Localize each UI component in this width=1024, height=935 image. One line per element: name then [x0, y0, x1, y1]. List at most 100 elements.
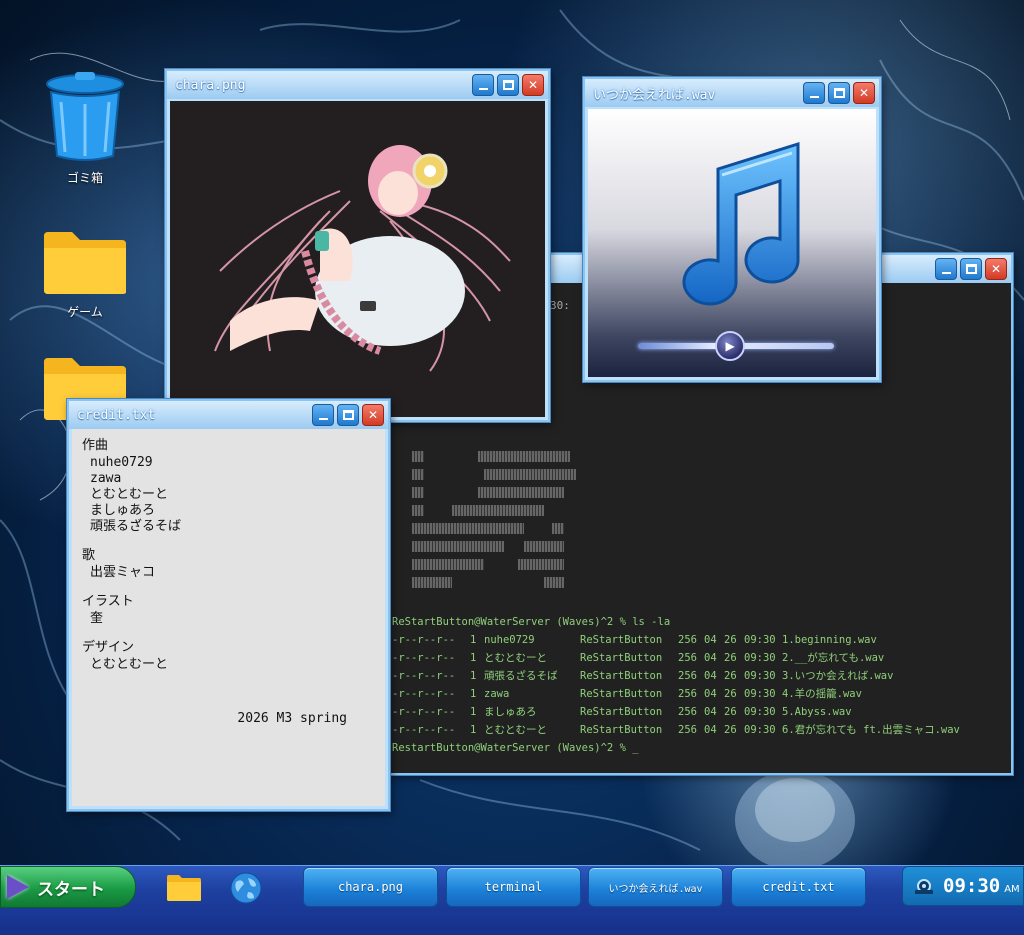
minimize-icon — [809, 96, 819, 98]
close-button[interactable]: ✕ — [362, 404, 384, 426]
taskbar-item-credit[interactable]: credit.txt — [731, 867, 866, 907]
titlebar[interactable]: いつか会えれば.wav ✕ — [585, 79, 879, 107]
file-links: 1 — [470, 634, 477, 646]
credit-name: nuhe0729 — [90, 455, 153, 470]
start-arrow-icon — [7, 875, 29, 899]
play-icon: ▶ — [725, 339, 735, 353]
maximize-button[interactable] — [497, 74, 519, 96]
play-button[interactable]: ▶ — [715, 331, 746, 361]
titlebar[interactable]: chara.png ✕ — [167, 71, 548, 99]
file-name: 2.__が忘れても.wav — [782, 652, 885, 664]
globe-icon — [230, 872, 262, 904]
taskbar-item-wav[interactable]: いつか会えれば.wav — [588, 867, 723, 907]
file-perm: -r--r--r-- — [392, 670, 456, 682]
player-body: ▶ — [588, 109, 876, 377]
credit-name: とむとむーと — [90, 657, 169, 672]
terminal-prompt: ReStartButton@WaterServer (Waves)^2 % ls… — [392, 616, 671, 628]
trash-icon — [46, 72, 124, 161]
quicklaunch-browser[interactable] — [228, 872, 264, 904]
file-links: 1 — [470, 724, 477, 736]
terminal-file-row: -r--r--r-- 1 ましゅあろ ReStartButton 256 04 26 09:3… — [392, 703, 1007, 721]
file-size: 256 — [678, 670, 697, 682]
audio-player-window[interactable]: いつか会えれば.wav ✕ ▶ — [583, 77, 881, 382]
taskbar: スタート chara.png terminal いつか会えれば.wav cred… — [0, 865, 1024, 935]
file-month: 04 — [704, 688, 717, 700]
credit-name: 頑張るざるそば — [90, 519, 182, 534]
file-size: 256 — [678, 724, 697, 736]
file-day: 26 — [724, 724, 737, 736]
maximize-button[interactable] — [960, 258, 982, 280]
close-icon: ✕ — [858, 86, 870, 100]
desktop-icon-trash[interactable]: ゴミ箱 — [40, 72, 130, 186]
file-group: ReStartButton — [580, 706, 663, 718]
credit-name: 出雲ミャコ — [90, 565, 156, 580]
maximize-icon — [833, 88, 845, 98]
network-gear-icon[interactable] — [913, 876, 935, 896]
image-canvas — [170, 101, 545, 417]
file-name: 5.Abyss.wav — [782, 706, 852, 718]
minimize-button[interactable] — [935, 258, 957, 280]
file-time: 09:30 — [744, 634, 776, 646]
file-perm: -r--r--r-- — [392, 634, 456, 646]
desktop-icon-game-folder[interactable]: ゲーム — [40, 230, 130, 320]
clock[interactable]: 09:30 — [943, 875, 1000, 897]
close-icon: ✕ — [527, 78, 539, 92]
terminal-prompt-current[interactable]: RestartButton@WaterServer (Waves)^2 % _ — [392, 739, 1007, 757]
terminal-file-row: -r--r--r-- 1 zawa ReStartButton 256 04 26 09:30… — [392, 685, 1007, 703]
maximize-icon — [965, 264, 977, 274]
taskbar-item-chara[interactable]: chara.png — [303, 867, 438, 907]
credit-name: ましゅあろ — [90, 503, 156, 518]
window-title: credit.txt — [77, 407, 156, 423]
quicklaunch-folder[interactable] — [166, 874, 202, 902]
credit-heading: イラスト — [82, 594, 134, 609]
desktop-icon-label: ゴミ箱 — [66, 171, 103, 185]
file-links: 1 — [470, 706, 477, 718]
titlebar[interactable]: credit.txt ✕ — [69, 401, 388, 429]
file-owner: 頑張るざるそば — [484, 670, 558, 682]
file-day: 26 — [724, 706, 737, 718]
file-size: 256 — [678, 652, 697, 664]
file-time: 09:30 — [744, 670, 776, 682]
file-month: 04 — [704, 670, 717, 682]
minimize-button[interactable] — [803, 82, 825, 104]
file-size: 256 — [678, 706, 697, 718]
close-button[interactable]: ✕ — [985, 258, 1007, 280]
file-group: ReStartButton — [580, 724, 663, 736]
terminal-file-row: -r--r--r-- 1 頑張るざるそば ReStartButton 256 04 26 09… — [392, 667, 1007, 685]
system-tray: 09:30 AM — [902, 866, 1024, 906]
file-owner: nuhe0729 — [484, 634, 535, 646]
character-illustration — [214, 145, 511, 372]
start-button[interactable]: スタート — [0, 866, 136, 908]
file-perm: -r--r--r-- — [392, 688, 456, 700]
file-month: 04 — [704, 652, 717, 664]
terminal-file-row: -r--r--r-- 1 とむとむーと ReStartButton 256 04 26 09:… — [392, 721, 1007, 739]
close-button[interactable]: ✕ — [853, 82, 875, 104]
credit-footer: 2026 M3 spring — [237, 711, 347, 726]
file-day: 26 — [724, 634, 737, 646]
taskbar-item-terminal[interactable]: terminal — [446, 867, 581, 907]
credit-text: 作曲 nuhe0729 zawa とむとむーと ましゅあろ 頑張るざるそば歌出雲ミャコ イラ… — [72, 429, 385, 806]
text-viewer-window[interactable]: credit.txt ✕ 作曲 nuhe0729 zawa とむとむーと ましゅあろ 頑張… — [67, 399, 390, 811]
file-time: 09:30 — [744, 652, 776, 664]
file-name: 4.羊の揺籠.wav — [782, 688, 862, 700]
folder-icon — [167, 875, 201, 901]
file-owner: ましゅあろ — [484, 706, 537, 718]
maximize-button[interactable] — [337, 404, 359, 426]
file-owner: zawa — [484, 688, 510, 700]
window-title: chara.png — [175, 77, 246, 93]
maximize-icon — [342, 410, 354, 420]
minimize-button[interactable] — [472, 74, 494, 96]
minimize-icon — [478, 88, 488, 90]
file-owner: とむとむーと — [484, 652, 547, 664]
file-group: ReStartButton — [580, 688, 663, 700]
file-day: 26 — [724, 670, 737, 682]
minimize-button[interactable] — [312, 404, 334, 426]
maximize-button[interactable] — [828, 82, 850, 104]
close-button[interactable]: ✕ — [522, 74, 544, 96]
file-group: ReStartButton — [580, 670, 663, 682]
terminal-file-row: -r--r--r-- 1 とむとむーと ReStartButton 256 04 26 09:… — [392, 649, 1007, 667]
image-viewer-window[interactable]: chara.png ✕ — [165, 69, 550, 422]
terminal-timestamp: 30: — [550, 299, 570, 312]
credit-heading: デザイン — [82, 640, 135, 655]
file-name: 6.君が忘れても ft.出雲ミャコ.wav — [782, 724, 960, 736]
